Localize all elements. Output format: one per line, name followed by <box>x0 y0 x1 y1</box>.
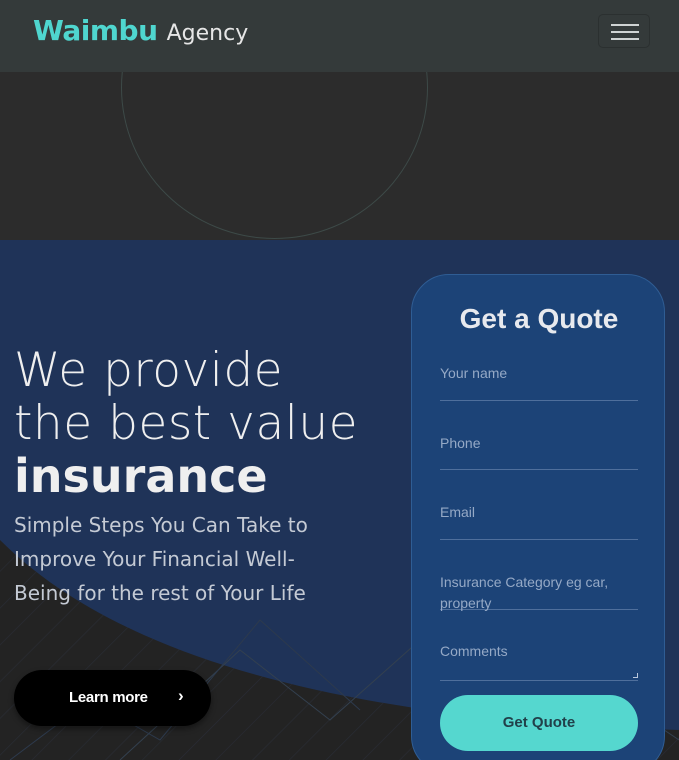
headline-line-1: We provide <box>14 343 284 398</box>
learn-more-button[interactable]: Learn more › <box>14 670 211 726</box>
email-placeholder: Email <box>440 504 476 520</box>
hero-image-area <box>0 72 679 240</box>
resize-handle-icon[interactable] <box>633 673 638 678</box>
brand-suffix: Agency <box>166 21 249 46</box>
comments-textarea[interactable]: Comments <box>440 641 638 681</box>
brand-logo[interactable]: Waimbu Agency <box>33 14 248 47</box>
quote-form-title: Get a Quote <box>459 303 619 334</box>
get-quote-button[interactable]: Get Quote <box>440 695 638 751</box>
comments-placeholder: Comments <box>440 643 508 659</box>
headline-line-2: the best value <box>14 396 359 451</box>
name-placeholder: Your name <box>440 365 508 381</box>
decorative-circle <box>121 72 428 239</box>
brand-name: Waimbu <box>33 14 158 47</box>
hero-subtext: Simple Steps You Can Take to Improve You… <box>14 513 308 605</box>
phone-placeholder: Phone <box>440 435 481 451</box>
name-input[interactable]: Your name <box>440 363 638 401</box>
category-placeholder: Insurance Category eg car, property <box>440 574 609 611</box>
navbar: Waimbu Agency <box>0 0 679 72</box>
phone-input[interactable]: Phone <box>440 433 638 470</box>
hero-section: We provide the best value insurance Simp… <box>0 240 679 760</box>
email-input[interactable]: Email <box>440 502 638 540</box>
quote-form: Get a Quote Your name Phone Email Insura… <box>411 274 665 760</box>
insurance-category-input[interactable]: Insurance Category eg car, property <box>440 572 638 611</box>
learn-more-label: Learn more <box>69 689 148 706</box>
headline-emphasis: insurance <box>14 449 268 503</box>
chevron-right-icon: › <box>178 686 184 705</box>
hamburger-menu-icon[interactable] <box>598 14 650 48</box>
hero-headline: We provide the best value insurance <box>14 344 358 503</box>
